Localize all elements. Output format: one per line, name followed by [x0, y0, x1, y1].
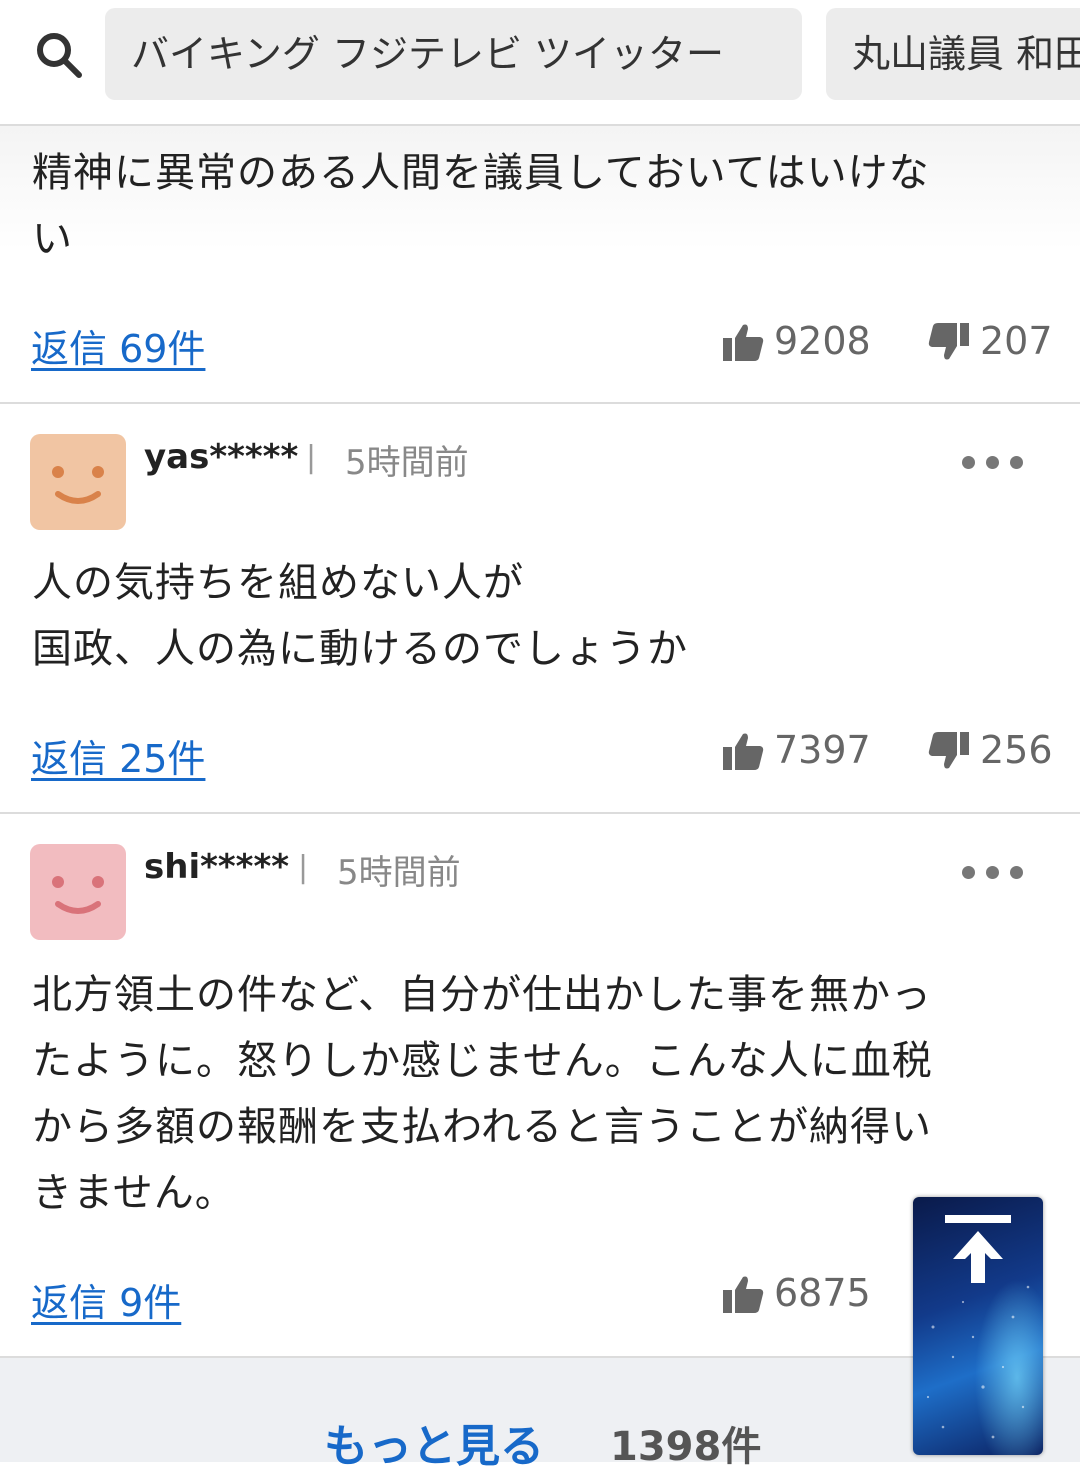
username[interactable]: shi*****: [144, 847, 289, 887]
thumbs-down-icon: [928, 732, 969, 769]
comment-body: 人の気持ちを組めない人が 国政、人の為に動けるのでしょうか: [32, 550, 1032, 682]
thumbs-up-icon: [723, 1276, 764, 1313]
post-time: 5時間前: [345, 443, 469, 483]
meta-separator: |: [298, 850, 309, 885]
more-dots-icon[interactable]: [962, 866, 1024, 880]
comment-body: 精神に異常のある人間を議員しておいてはいけな い: [32, 140, 1032, 272]
thumbs-up-icon: [723, 324, 764, 361]
meta-separator: |: [306, 440, 317, 475]
divider: [0, 402, 1080, 404]
comment-line: きません。: [32, 1170, 236, 1216]
dislike-count: 207: [980, 319, 1053, 363]
like-count: 9208: [774, 319, 871, 363]
comment-line: から多額の報酬を支払われると言うことが納得い: [32, 1104, 932, 1150]
smile-face-icon: [52, 466, 104, 504]
reply-link[interactable]: 返信 25件: [31, 728, 205, 783]
post-time: 5時間前: [337, 853, 461, 893]
total-comment-count: 1398件: [610, 1424, 762, 1470]
thumbs-down-icon: [928, 323, 969, 360]
avatar: [30, 434, 126, 530]
comment-line: い: [32, 216, 73, 262]
arrow-up-icon: [926, 1215, 1030, 1439]
more-button[interactable]: もっと見る: [324, 1410, 544, 1474]
comment-line: 人の気持ちを組めない人が: [32, 560, 524, 606]
reply-link[interactable]: 返信 9件: [31, 1272, 181, 1327]
back-to-top-button[interactable]: [913, 1197, 1043, 1455]
search-header: バイキング フジテレビ ツイッター 丸山議員 和田: [0, 0, 1080, 126]
like-count: 6875: [774, 1271, 871, 1315]
comment-line: たように。怒りしか感じません。こんな人に血税: [32, 1038, 933, 1084]
more-dots-icon[interactable]: [962, 456, 1024, 470]
comment-line: 精神に異常のある人間を議員しておいてはいけな: [32, 150, 930, 196]
thumbs-up-icon: [723, 733, 764, 770]
search-suggestion-chip[interactable]: 丸山議員 和田: [826, 8, 1080, 100]
reply-link[interactable]: 返信 69件: [31, 318, 205, 373]
divider: [0, 812, 1080, 814]
search-icon[interactable]: [34, 30, 84, 80]
like-count: 7397: [774, 728, 871, 772]
dislike-count: 256: [980, 728, 1053, 772]
smile-face-icon: [52, 876, 104, 914]
comment-line: 国政、人の為に動けるのでしょうか: [32, 626, 688, 672]
avatar: [30, 844, 126, 940]
comment-body: 北方領土の件など、自分が仕出かした事を無かっ たように。怒りしか感じません。こん…: [32, 962, 1032, 1226]
comment-line: 北方領土の件など、自分が仕出かした事を無かっ: [32, 972, 932, 1018]
username[interactable]: yas*****: [144, 437, 298, 477]
search-suggestion-chip[interactable]: バイキング フジテレビ ツイッター: [105, 8, 802, 100]
